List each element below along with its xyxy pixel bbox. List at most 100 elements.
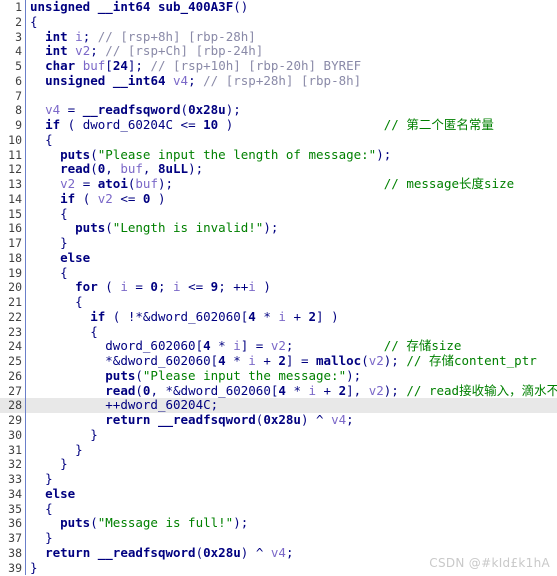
line-number: 5 <box>0 59 26 74</box>
code-line[interactable]: 10 { <box>0 132 557 148</box>
line-number: 38 <box>0 545 26 561</box>
line-number: 1 <box>0 0 26 15</box>
line-content: char buf[24]; // [rsp+10h] [rbp-20h] BYR… <box>45 59 362 73</box>
line-number: 7 <box>0 88 26 104</box>
code-line[interactable]: 30 } <box>0 427 557 443</box>
code-line[interactable]: 37 } <box>0 531 557 546</box>
pseudocode-editor[interactable]: 1 unsigned __int64 sub_400A3F() 2{3 int i;… <box>0 0 557 576</box>
line-number: 26 <box>0 368 26 384</box>
line-number: 33 <box>0 472 26 487</box>
line-content: } <box>75 442 83 457</box>
line-content: } <box>45 472 53 486</box>
code-comment: // 存储content_ptr <box>398 354 537 368</box>
line-number: 37 <box>0 531 26 546</box>
code-line[interactable]: 29 return __readfsqword(0x28u) ^ v4; <box>0 413 557 428</box>
code-comment: // message长度size <box>173 177 515 191</box>
line-number: 27 <box>0 383 26 399</box>
code-line[interactable]: 15 { <box>0 206 557 222</box>
line-content: { <box>45 132 53 147</box>
code-line[interactable]: 31 } <box>0 442 557 458</box>
code-line[interactable]: 35 { <box>0 501 557 517</box>
line-content: { <box>45 501 53 516</box>
code-line[interactable]: 6 unsigned __int64 v4; // [rsp+28h] [rbp… <box>0 73 557 89</box>
line-content: puts("Length is invalid!"); <box>75 221 279 236</box>
line-number: 29 <box>0 413 26 428</box>
line-content: return __readfsqword(0x28u) ^ v4; <box>105 413 354 427</box>
line-number: 11 <box>0 147 26 163</box>
code-line[interactable]: 22 if ( !*&dword_602060[4 * i + 2] ) <box>0 309 557 325</box>
line-content: if ( v2 <= 0 ) <box>60 191 166 206</box>
line-number: 39 <box>0 560 26 576</box>
code-line[interactable]: 12 read(0, buf, 8uLL); <box>0 162 557 177</box>
code-line[interactable]: 21 { <box>0 295 557 310</box>
line-content: { <box>75 295 83 309</box>
code-line[interactable]: 26 puts("Please input the message:"); <box>0 368 557 384</box>
code-line[interactable]: 18 else <box>0 250 557 266</box>
line-content: *&dword_602060[4 * i + 2] = malloc(v2); … <box>105 354 537 368</box>
code-comment: // [rsp+28h] [rbp-8h] <box>195 73 362 88</box>
line-content: v2 = atoi(buf); // message长度size <box>60 177 515 191</box>
line-number: 35 <box>0 501 26 517</box>
line-number: 18 <box>0 250 26 266</box>
line-content: if ( !*&dword_602060[4 * i + 2] ) <box>90 309 339 324</box>
line-number: 31 <box>0 442 26 458</box>
code-line[interactable]: 8 v4 = __readfsqword(0x28u); <box>0 103 557 118</box>
line-number: 24 <box>0 339 26 354</box>
line-number: 12 <box>0 162 26 177</box>
line-number: 25 <box>0 354 26 369</box>
line-content: { <box>60 206 68 221</box>
code-comment: // [rsp+8h] [rbp-28h] <box>90 29 256 44</box>
code-comment: // 存储size <box>293 339 462 354</box>
code-line[interactable]: 2{ <box>0 14 557 30</box>
line-content: read(0, buf, 8uLL); <box>60 162 204 177</box>
code-line[interactable]: 1 unsigned __int64 sub_400A3F() <box>0 0 557 15</box>
code-line[interactable]: 9 if ( dword_60204C <= 10 ) // 第二个匿名常量 <box>0 118 557 133</box>
line-number: 19 <box>0 265 26 281</box>
line-content: int i; // [rsp+8h] [rbp-28h] <box>45 29 256 44</box>
line-number: 16 <box>0 221 26 236</box>
code-line[interactable]: 19 { <box>0 265 557 281</box>
code-line[interactable]: 23 { <box>0 324 557 340</box>
code-line[interactable]: 11 puts("Please input the length of mess… <box>0 147 557 163</box>
line-number: 30 <box>0 427 26 443</box>
code-line[interactable]: 7 <box>0 88 557 104</box>
line-content: } <box>90 427 98 442</box>
code-line[interactable]: 14 if ( v2 <= 0 ) <box>0 191 557 207</box>
code-line[interactable]: 34 else <box>0 486 557 502</box>
line-number: 6 <box>0 73 26 89</box>
line-content: if ( dword_60204C <= 10 ) // 第二个匿名常量 <box>45 118 494 132</box>
line-content: } <box>60 236 68 250</box>
code-line[interactable]: 33 } <box>0 472 557 487</box>
line-number: 32 <box>0 457 26 472</box>
csdn-watermark: CSDN @#kId£k1hA <box>429 556 550 570</box>
code-line[interactable]: 3 int i; // [rsp+8h] [rbp-28h] <box>0 29 557 45</box>
code-line[interactable]: 28 ++dword_60204C; <box>0 398 557 413</box>
code-line[interactable]: 16 puts("Length is invalid!"); <box>0 221 557 236</box>
line-content: else <box>60 250 91 265</box>
line-content: puts("Please input the message:"); <box>105 368 362 383</box>
line-content: { <box>90 324 98 339</box>
line-content: int v2; // [rsp+Ch] [rbp-24h] <box>45 44 264 59</box>
code-line[interactable]: 32 } <box>0 457 557 472</box>
line-content: read(0, *&dword_602060[4 * i + 2], v2); … <box>26 384 557 399</box>
line-content: ++dword_60204C; <box>105 398 219 413</box>
code-line[interactable]: 36 puts("Message is full!"); <box>0 516 557 531</box>
line-number: 36 <box>0 516 26 531</box>
code-line[interactable]: 20 for ( i = 0; i <= 9; ++i ) <box>0 280 557 295</box>
code-line[interactable]: 5 char buf[24]; // [rsp+10h] [rbp-20h] B… <box>0 59 557 74</box>
line-number: 15 <box>0 206 26 222</box>
code-line[interactable]: 17 } <box>0 236 557 251</box>
code-line[interactable]: 13 v2 = atoi(buf); // message长度size <box>0 177 557 192</box>
line-number: 8 <box>0 103 26 118</box>
line-content: for ( i = 0; i <= 9; ++i ) <box>75 280 271 295</box>
line-number: 2 <box>0 14 26 30</box>
line-number: 22 <box>0 309 26 325</box>
line-number: 23 <box>0 324 26 340</box>
code-line[interactable]: 25 *&dword_602060[4 * i + 2] = malloc(v2… <box>0 354 557 369</box>
code-line[interactable]: 24 dword_602060[4 * i] = v2; // 存储size <box>0 339 557 354</box>
code-line[interactable]: 4 int v2; // [rsp+Ch] [rbp-24h] <box>0 44 557 59</box>
line-number: 9 <box>0 118 26 133</box>
line-number: 21 <box>0 295 26 310</box>
code-line[interactable]: 27 read(0, *&dword_602060[4 * i + 2], v2… <box>0 383 557 399</box>
line-number: 14 <box>0 191 26 207</box>
